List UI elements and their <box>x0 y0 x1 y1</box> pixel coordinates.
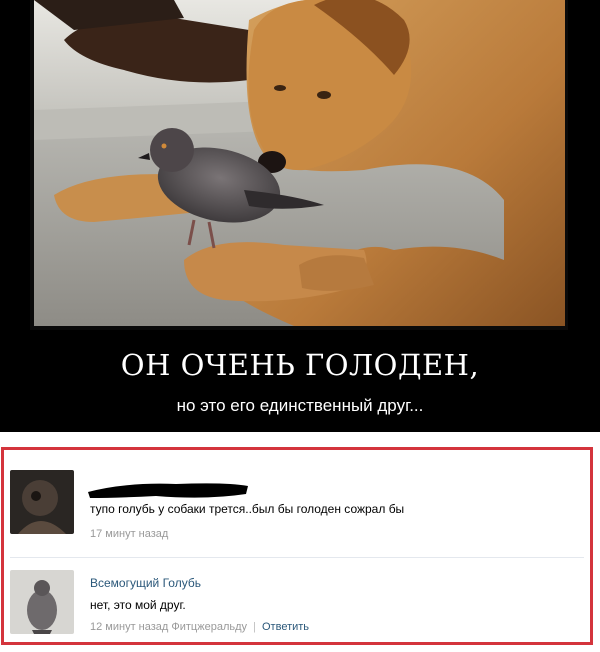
comment-divider <box>10 557 584 558</box>
avatar[interactable] <box>10 570 74 634</box>
author-redacted <box>86 474 251 502</box>
reply-button[interactable]: Ответить <box>262 621 309 633</box>
meta-separator: | <box>253 621 256 633</box>
poster-title: ОН ОЧЕНЬ ГОЛОДЕН, <box>120 348 480 382</box>
poster-subtitle: но это его единственный друг... <box>176 396 424 415</box>
comment-time[interactable]: 12 минут назад <box>90 621 168 633</box>
comment-time[interactable]: 17 минут назад <box>90 528 168 540</box>
comment-item: Всемогущий Голубь нет, это мой друг. 12 … <box>4 560 590 638</box>
comment-item: тупо голубь у собаки трется..был бы голо… <box>4 464 590 556</box>
comment-author[interactable]: Всемогущий Голубь <box>90 576 201 590</box>
reply-to-name[interactable]: Фитцжеральду <box>171 621 247 633</box>
comment-text: нет, это мой друг. <box>90 598 186 612</box>
demotivator-poster: ОН ОЧЕНЬ ГОЛОДЕН, но это его единственны… <box>0 0 600 432</box>
poster-photo <box>34 0 565 326</box>
comment-meta: 12 минут назад Фитцжеральду | Ответить <box>90 621 309 633</box>
comment-text: тупо голубь у собаки трется..был бы голо… <box>90 502 405 516</box>
comments-panel: тупо голубь у собаки трется..был бы голо… <box>1 447 593 645</box>
comment-meta: 17 минут назад <box>90 528 168 540</box>
avatar[interactable] <box>10 470 74 534</box>
